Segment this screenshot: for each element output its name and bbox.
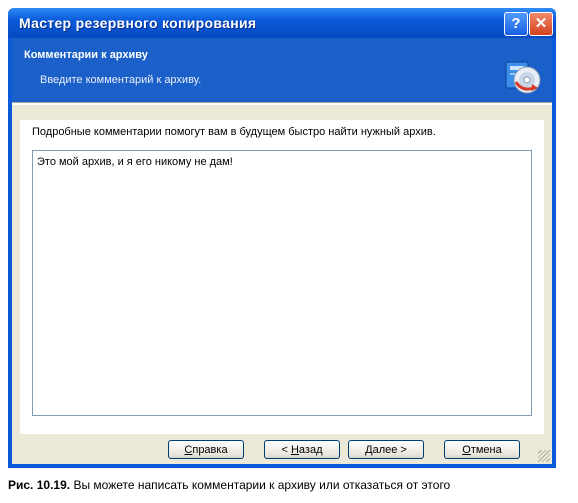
content-panel: Подробные комментарии помогут вам в буду… <box>20 120 544 452</box>
comment-text: Это мой архив, и я его никому не дам! <box>37 156 233 168</box>
caption-text: Вы можете написать комментарии к архиву … <box>73 478 451 492</box>
wizard-header: Комментарии к архиву Введите комментарий… <box>12 38 552 102</box>
header-subtitle: Введите комментарий к архиву. <box>40 74 202 86</box>
back-button[interactable]: < Назад <box>264 440 340 459</box>
description-text: Подробные комментарии помогут вам в буду… <box>32 126 436 138</box>
header-separator <box>12 102 552 105</box>
figure-caption: Рис. 10.19. Вы можете написать комментар… <box>8 478 450 492</box>
help-btn-label: правка <box>192 444 228 456</box>
comment-textarea[interactable]: Это мой архив, и я его никому не дам! <box>32 150 532 416</box>
back-btn-prefix: < <box>281 444 291 456</box>
button-bar: Справка < Назад Далее > Отмена <box>12 434 552 464</box>
close-button[interactable]: ✕ <box>529 12 553 36</box>
wizard-window: Мастер резервного копирования ? ✕ Коммен… <box>8 8 556 468</box>
next-btn-accel: Д <box>365 444 373 456</box>
header-title: Комментарии к архиву <box>24 49 148 61</box>
help-button[interactable]: ? <box>504 12 528 36</box>
caption-label: Рис. 10.19. <box>8 478 71 492</box>
next-button[interactable]: Далее > <box>348 440 424 459</box>
cancel-button[interactable]: Отмена <box>444 440 520 459</box>
back-btn-label: азад <box>298 444 323 456</box>
resize-grip-icon[interactable] <box>538 450 550 462</box>
window-title: Мастер резервного копирования <box>19 15 257 31</box>
cancel-btn-accel: О <box>462 444 471 456</box>
backup-wizard-icon <box>505 61 541 94</box>
help-button-bottom[interactable]: Справка <box>168 440 244 459</box>
next-btn-label: алее > <box>372 444 407 456</box>
dialog-client-area: Комментарии к архиву Введите комментарий… <box>12 38 552 464</box>
cancel-btn-label: тмена <box>470 444 502 456</box>
back-btn-accel: Н <box>290 444 299 456</box>
title-bar[interactable]: Мастер резервного копирования ? ✕ <box>8 8 556 38</box>
